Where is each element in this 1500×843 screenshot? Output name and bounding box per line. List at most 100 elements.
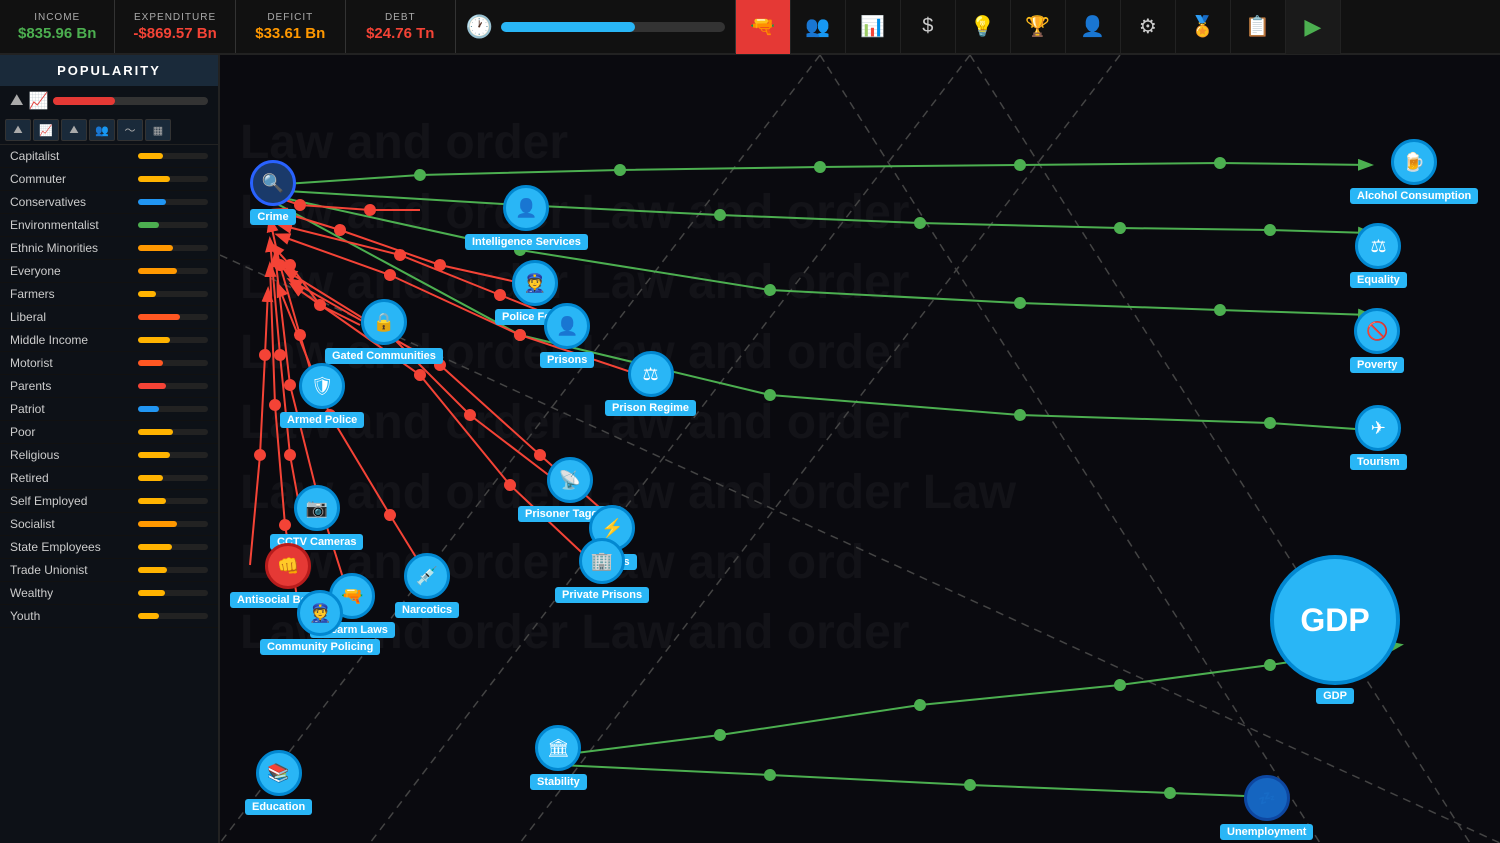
node-prison-regime[interactable]: ⚖ Prison Regime [605, 351, 696, 416]
sidebar-tab-mountain[interactable]: ⛰ [5, 119, 31, 141]
sidebar-group-item[interactable]: State Employees [0, 536, 218, 559]
poverty-label: Poverty [1350, 357, 1404, 373]
timer-bar-fill [501, 22, 635, 32]
toolbar-chart[interactable]: 📊 [846, 0, 901, 54]
node-tourism[interactable]: ✈ Tourism [1350, 405, 1407, 470]
expenditure-label: EXPENDITURE [134, 12, 216, 23]
timer-bar-bg [501, 22, 725, 32]
sidebar-tab-people[interactable]: 👥 [89, 119, 115, 141]
sidebar-group-item[interactable]: Religious [0, 444, 218, 467]
main-canvas: Law and order Law and order Law and orde… [220, 55, 1500, 843]
gdp-label: GDP [1316, 688, 1354, 704]
toolbar-gear[interactable]: ⚙ [1121, 0, 1176, 54]
alcohol-label: Alcohol Consumption [1350, 188, 1478, 204]
node-intelligence[interactable]: 👤 Intelligence Services [465, 185, 588, 250]
sidebar-group-item[interactable]: Wealthy [0, 582, 218, 605]
education-label: Education [245, 799, 312, 815]
income-block: INCOME $835.96 Bn [0, 0, 115, 53]
sidebar-group-item[interactable]: Patriot [0, 398, 218, 421]
sidebar: POPULARITY ⛰ 📈 ⛰ 📈 ⛰ 👥 〜 ▦ Capitalist Co… [0, 55, 220, 843]
sidebar-group-item[interactable]: Motorist [0, 352, 218, 375]
toolbar-person[interactable]: 👤 [1066, 0, 1121, 54]
police-force-circle: 👮 [512, 260, 558, 306]
timer-icon: 🕐 [466, 14, 493, 40]
deficit-block: DEFICIT $33.61 Bn [236, 0, 346, 53]
sidebar-group-item[interactable]: Conservatives [0, 191, 218, 214]
sidebar-group-item[interactable]: Retired [0, 467, 218, 490]
sidebar-group-item[interactable]: Middle Income [0, 329, 218, 352]
tourism-label: Tourism [1350, 454, 1407, 470]
narcotics-label: Narcotics [395, 602, 459, 618]
alcohol-circle: 🍺 [1391, 139, 1437, 185]
node-private-prisons[interactable]: 🏢 Private Prisons [555, 538, 649, 603]
sidebar-group-item[interactable]: Self Employed [0, 490, 218, 513]
poverty-circle: 🚫 [1354, 308, 1400, 354]
sidebar-tabs: ⛰ 📈 ⛰ 👥 〜 ▦ [0, 116, 218, 145]
toolbar-medal[interactable]: 🏅 [1176, 0, 1231, 54]
prison-regime-label: Prison Regime [605, 400, 696, 416]
pop-icon-chart: 📈 [28, 91, 48, 111]
node-gated[interactable]: 🔒 Gated Communities [325, 299, 443, 364]
crime-label: Crime [250, 209, 295, 225]
sidebar-group-item[interactable]: Youth [0, 605, 218, 628]
sidebar-group-item[interactable]: Liberal [0, 306, 218, 329]
debt-value: $24.76 Tn [366, 25, 434, 42]
popularity-header: POPULARITY [0, 55, 218, 86]
sidebar-tab-mountain2[interactable]: ⛰ [61, 119, 87, 141]
armed-police-circle: 🛡 [299, 363, 345, 409]
intelligence-circle: 👤 [503, 185, 549, 231]
connections-svg [220, 55, 1500, 843]
toolbar-bulb[interactable]: 💡 [956, 0, 1011, 54]
sidebar-group-item[interactable]: Parents [0, 375, 218, 398]
income-label: INCOME [34, 12, 80, 23]
gdp-circle: GDP [1270, 555, 1400, 685]
education-circle: 📚 [256, 750, 302, 796]
debt-label: DEBT [385, 12, 416, 23]
sidebar-group-item[interactable]: Ethnic Minorities [0, 237, 218, 260]
sidebar-group-item[interactable]: Commuter [0, 168, 218, 191]
prisons-circle: 👤 [544, 303, 590, 349]
toolbar-icons: 🔫 👥 📊 $ 💡 🏆 👤 ⚙ 🏅 📋 ▶ [736, 0, 1341, 53]
sidebar-group-item[interactable]: Trade Unionist [0, 559, 218, 582]
private-prisons-circle: 🏢 [579, 538, 625, 584]
sidebar-group-item[interactable]: Farmers [0, 283, 218, 306]
deficit-label: DEFICIT [267, 12, 313, 23]
toolbar-clipboard[interactable]: 📋 [1231, 0, 1286, 54]
private-prisons-label: Private Prisons [555, 587, 649, 603]
node-poverty[interactable]: 🚫 Poverty [1350, 308, 1404, 373]
sidebar-group-item[interactable]: Capitalist [0, 145, 218, 168]
node-prisons[interactable]: 👤 Prisons [540, 303, 594, 368]
gated-label: Gated Communities [325, 348, 443, 364]
node-gdp[interactable]: GDP GDP [1270, 555, 1400, 704]
equality-label: Equality [1350, 272, 1407, 288]
node-armed-police[interactable]: 🛡 Armed Police [280, 363, 364, 428]
node-cctv[interactable]: 📷 CCTV Cameras [270, 485, 363, 550]
sidebar-tab-wave[interactable]: 〜 [117, 119, 143, 141]
prison-regime-circle: ⚖ [628, 351, 674, 397]
toolbar-trophy[interactable]: 🏆 [1011, 0, 1066, 54]
equality-circle: ⚖ [1355, 223, 1401, 269]
sidebar-group-item[interactable]: Poor [0, 421, 218, 444]
node-alcohol[interactable]: 🍺 Alcohol Consumption [1350, 139, 1478, 204]
sidebar-group-item[interactable]: Socialist [0, 513, 218, 536]
node-education[interactable]: 📚 Education [245, 750, 312, 815]
community-policing-circle: 👮 [297, 590, 343, 636]
unemployment-label: Unemployment [1220, 824, 1313, 840]
toolbar-people[interactable]: 👥 [791, 0, 846, 54]
node-narcotics[interactable]: 💉 Narcotics [395, 553, 459, 618]
node-unemployment[interactable]: 💤 Unemployment [1220, 775, 1313, 840]
node-community-policing[interactable]: 👮 Community Policing [260, 590, 380, 655]
toolbar-dollar[interactable]: $ [901, 0, 956, 54]
node-equality[interactable]: ⚖ Equality [1350, 223, 1407, 288]
toolbar-gun[interactable]: 🔫 [736, 0, 791, 54]
node-stability[interactable]: 🏛 Stability [530, 725, 587, 790]
node-crime[interactable]: 🔍 Crime [250, 160, 296, 225]
sidebar-tab-chart[interactable]: 📈 [33, 119, 59, 141]
sidebar-group-item[interactable]: Everyone [0, 260, 218, 283]
toolbar-play[interactable]: ▶ [1286, 0, 1341, 54]
sidebar-group-item[interactable]: Environmentalist [0, 214, 218, 237]
sidebar-tab-grid[interactable]: ▦ [145, 119, 171, 141]
cctv-circle: 📷 [294, 485, 340, 531]
antisocial-circle: 👊 [265, 543, 311, 589]
popularity-bar-container: ⛰ 📈 [0, 86, 218, 116]
